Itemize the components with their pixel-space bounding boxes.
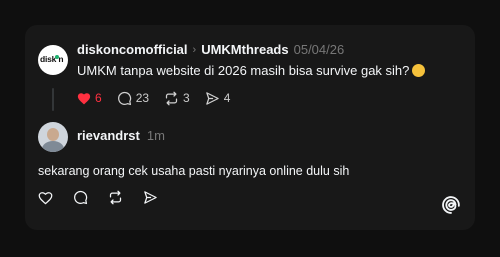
comment-outline-icon[interactable] (73, 190, 88, 205)
post-body: UMKM tanpa website di 2026 masih bisa su… (77, 63, 426, 79)
post-text: UMKM tanpa website di 2026 masih bisa su… (77, 63, 410, 78)
reply-timestamp: 1m (146, 128, 165, 143)
like-button[interactable]: 6 (77, 91, 102, 105)
reply-author-name[interactable]: rievandrst (77, 128, 140, 143)
send-outline-icon[interactable] (143, 190, 158, 205)
repost-outline-icon[interactable] (108, 190, 123, 205)
reply-composer-actions (38, 190, 178, 205)
repost-icon (165, 91, 178, 105)
like-count: 6 (95, 91, 102, 105)
comment-button[interactable]: 23 (117, 91, 149, 106)
reply-text: sekarang orang cek usaha pasti nyarinya … (38, 164, 350, 178)
post-header: diskoncomofficial › UMKMthreads 05/04/26 (77, 42, 344, 59)
repost-button[interactable]: 3 (164, 91, 190, 106)
heart-outline-icon[interactable] (38, 191, 53, 205)
reply-header: rievandrst 1m (77, 128, 165, 144)
thread-card: disk n diskoncomofficial › UMKMthreads 05/0… (25, 25, 475, 230)
heart-filled-icon (77, 92, 91, 104)
thread-connector-line (52, 88, 54, 111)
avatar-photo-body (42, 141, 64, 152)
reply-to-name[interactable]: UMKMthreads (201, 42, 288, 57)
post-actions: 6 23 3 4 (77, 90, 245, 106)
share-count: 4 (223, 91, 231, 105)
comment-count: 23 (135, 91, 150, 105)
author-avatar[interactable]: disk n (38, 45, 68, 75)
avatar-photo-head (47, 128, 59, 141)
post-timestamp: 05/04/26 (293, 42, 345, 57)
threads-logo-icon[interactable] (441, 195, 461, 215)
share-button[interactable]: 4 (205, 91, 231, 106)
avatar-logo-dot (55, 55, 59, 59)
reply-author-avatar[interactable] (38, 122, 68, 152)
chevron-right-icon: › (192, 44, 197, 56)
send-icon (205, 91, 219, 105)
post-author-name[interactable]: diskoncomofficial (77, 42, 188, 57)
repost-count: 3 (183, 91, 190, 105)
avatar-logo-text: disk n (40, 54, 64, 64)
thinking-face-icon (412, 64, 426, 77)
comment-icon (117, 91, 131, 105)
